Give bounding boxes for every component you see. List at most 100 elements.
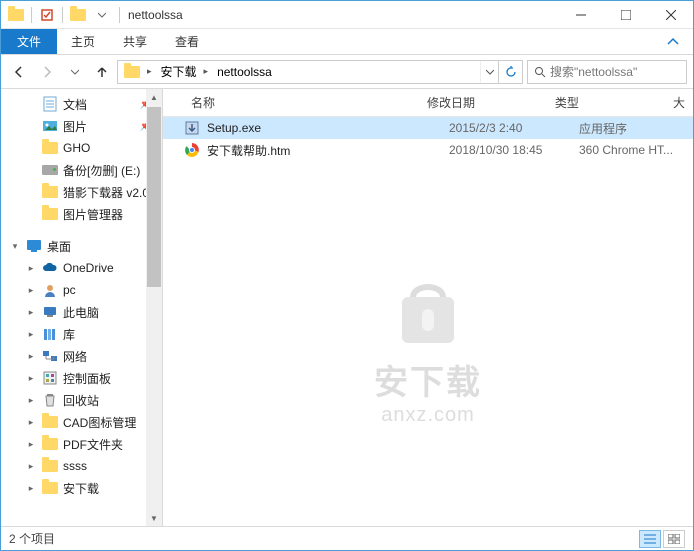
up-button[interactable] (91, 61, 113, 83)
pc-icon (41, 303, 59, 321)
tree-item-label: 图片 (63, 118, 87, 135)
tree-item-label: ssss (63, 459, 87, 473)
window-controls (558, 1, 693, 29)
bin-icon (41, 391, 59, 409)
refresh-button[interactable] (498, 61, 522, 83)
maximize-button[interactable] (603, 1, 648, 29)
expander-icon[interactable]: ▸ (25, 417, 37, 428)
tree-item[interactable]: 图片管理器 (1, 203, 162, 225)
qat-dropdown-button[interactable] (91, 4, 113, 26)
expander-icon[interactable]: ▸ (25, 395, 37, 406)
tree-item[interactable]: ▸ ssss (1, 455, 162, 477)
tree-item-label: CAD图标管理 (63, 414, 136, 431)
tree-item[interactable]: 文档 📌 (1, 93, 162, 115)
tree-item[interactable]: ▸ 安下载 (1, 477, 162, 499)
file-list[interactable]: Setup.exe 2015/2/3 2:40 应用程序 安下载帮助.htm 2… (163, 117, 693, 526)
folder-icon (41, 139, 59, 157)
forward-button[interactable] (35, 60, 59, 84)
folder-icon (41, 457, 59, 475)
chrome-icon (183, 141, 201, 159)
chevron-right-icon[interactable]: ▸ (201, 66, 212, 77)
address-dropdown-button[interactable] (480, 61, 498, 83)
close-button[interactable] (648, 1, 693, 29)
tree-item[interactable]: ▸ 控制面板 (1, 367, 162, 389)
ribbon-expand-button[interactable] (653, 29, 693, 54)
expander-icon[interactable]: ▾ (9, 241, 21, 252)
window-title: nettoolssa (122, 8, 183, 22)
status-item-count: 2 个项目 (9, 530, 55, 547)
net-icon (41, 347, 59, 365)
watermark: 安下载 anxz.com (374, 277, 482, 427)
folder-icon (41, 479, 59, 497)
expander-icon[interactable]: ▸ (25, 461, 37, 472)
tab-home[interactable]: 主页 (57, 29, 109, 54)
file-date: 2015/2/3 2:40 (441, 121, 571, 135)
scroll-thumb[interactable] (147, 107, 161, 287)
ribbon: 文件 主页 共享 查看 (1, 29, 693, 55)
quick-access-toolbar (1, 4, 117, 26)
tree-item-label: 猎影下载器 v2.0 (63, 184, 149, 201)
pic-icon (41, 117, 59, 135)
file-row[interactable]: Setup.exe 2015/2/3 2:40 应用程序 (163, 117, 693, 139)
expander-icon[interactable]: ▸ (25, 307, 37, 318)
recent-locations-button[interactable] (63, 60, 87, 84)
tree-item-label: PDF文件夹 (63, 436, 123, 453)
tree-item[interactable]: 猎影下载器 v2.0 (1, 181, 162, 203)
navigation-tree: 文档 📌 图片 📌 GHO 备份[勿删] (E:) 猎影下载器 v2.0 图片管 (1, 89, 163, 526)
expander-icon[interactable]: ▸ (25, 285, 37, 296)
tree-item-label: pc (63, 283, 76, 297)
tree-item[interactable]: ▸ 库 (1, 323, 162, 345)
view-details-button[interactable] (639, 530, 661, 548)
view-icons-button[interactable] (663, 530, 685, 548)
folder-icon (41, 183, 59, 201)
qat-properties-button[interactable] (36, 4, 58, 26)
scroll-up-button[interactable]: ▲ (146, 89, 162, 105)
expander-icon[interactable]: ▸ (25, 373, 37, 384)
back-button[interactable] (7, 60, 31, 84)
tree-item[interactable]: ▸ pc (1, 279, 162, 301)
cp-icon (41, 369, 59, 387)
tree-item[interactable]: ▸ 回收站 (1, 389, 162, 411)
tree-item-label: 网络 (63, 348, 87, 365)
column-header-name[interactable]: 名称 (183, 94, 419, 111)
tree-scrollbar[interactable]: ▲ ▼ (146, 89, 162, 526)
app-icon[interactable] (5, 4, 27, 26)
expander-icon[interactable]: ▸ (25, 439, 37, 450)
column-header-size[interactable]: 大 (665, 94, 693, 111)
tab-view[interactable]: 查看 (161, 29, 213, 54)
tree-item-label: 库 (63, 326, 75, 343)
scroll-down-button[interactable]: ▼ (146, 510, 162, 526)
expander-icon[interactable]: ▸ (25, 263, 37, 274)
file-pane: 名称 修改日期 类型 大 Setup.exe 2015/2/3 2:40 应用程… (163, 89, 693, 526)
tree-item[interactable]: 图片 📌 (1, 115, 162, 137)
breadcrumb-root-icon[interactable] (118, 61, 144, 83)
tab-share[interactable]: 共享 (109, 29, 161, 54)
tree-item-label: 安下载 (63, 480, 99, 497)
search-input[interactable]: 搜索"nettoolssa" (527, 60, 687, 84)
tree-item[interactable]: ▸ OneDrive (1, 257, 162, 279)
column-header-type[interactable]: 类型 (547, 94, 665, 111)
tree-item[interactable]: ▸ 网络 (1, 345, 162, 367)
minimize-button[interactable] (558, 1, 603, 29)
qat-folder-button[interactable] (67, 4, 89, 26)
file-row[interactable]: 安下载帮助.htm 2018/10/30 18:45 360 Chrome HT… (163, 139, 693, 161)
tree-item[interactable]: ▾ 桌面 (1, 235, 162, 257)
tree-item[interactable]: ▸ 此电脑 (1, 301, 162, 323)
column-header-date[interactable]: 修改日期 (419, 94, 547, 111)
tree-item[interactable]: 备份[勿删] (E:) (1, 159, 162, 181)
chevron-right-icon[interactable]: ▸ (144, 66, 155, 77)
address-bar[interactable]: ▸ 安下载 ▸ nettoolssa (117, 60, 523, 84)
folder-icon (41, 413, 59, 431)
file-tab[interactable]: 文件 (1, 29, 57, 54)
tree-item[interactable]: ▸ CAD图标管理 (1, 411, 162, 433)
breadcrumb-0[interactable]: 安下载 (155, 61, 201, 83)
tree-item[interactable]: ▸ PDF文件夹 (1, 433, 162, 455)
breadcrumb-1[interactable]: nettoolssa (211, 61, 276, 83)
drive-icon (41, 161, 59, 179)
tree-item-label: 此电脑 (63, 304, 99, 321)
expander-icon[interactable]: ▸ (25, 483, 37, 494)
file-type: 360 Chrome HT... (571, 143, 691, 157)
tree-item[interactable]: GHO (1, 137, 162, 159)
expander-icon[interactable]: ▸ (25, 329, 37, 340)
expander-icon[interactable]: ▸ (25, 351, 37, 362)
